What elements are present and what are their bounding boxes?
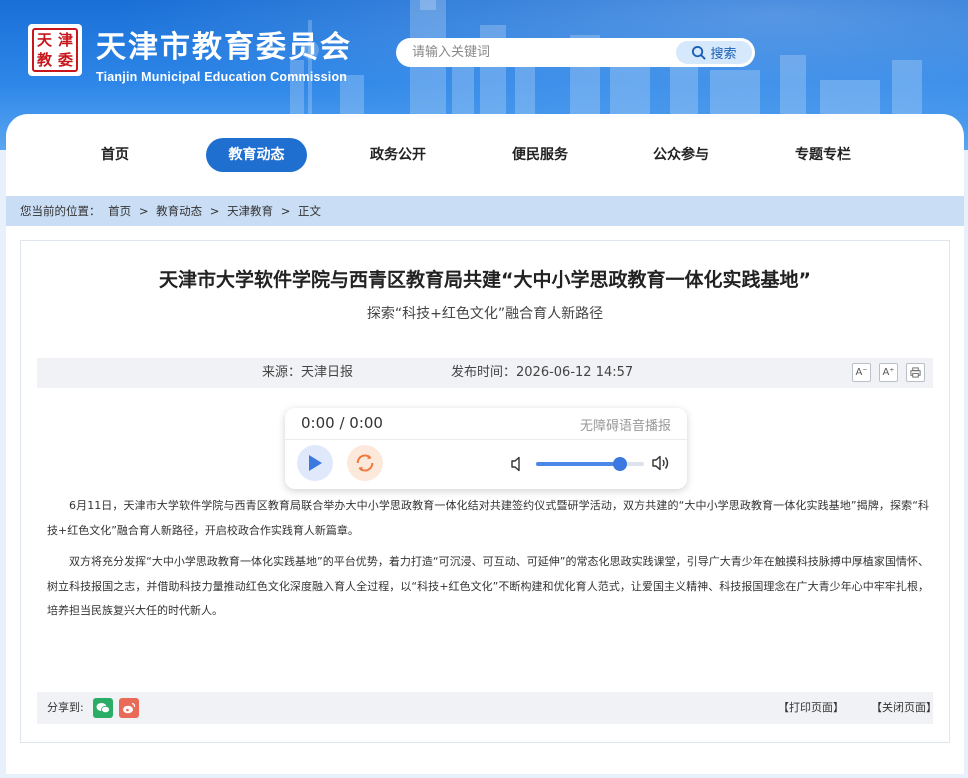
article-source: 来源：天津日报: [262, 358, 353, 388]
share-weibo-button[interactable]: [119, 698, 139, 718]
volume-slider-fill: [536, 462, 621, 466]
search-input[interactable]: [396, 38, 676, 67]
font-decrease-button[interactable]: A⁻: [852, 363, 871, 382]
logo-seal-icon: 天 津 教 委: [32, 28, 78, 72]
search-button-label: 搜索: [710, 47, 737, 62]
player-time-display: 0:00 / 0:00: [301, 414, 383, 432]
article-paragraph: 双方将充分发挥“大中小学思政教育一体化实践基地”的平台优势，着力打造“可沉浸、可…: [47, 555, 929, 617]
breadcrumb-separator: >: [138, 204, 149, 218]
breadcrumb-separator: >: [209, 204, 220, 218]
source-label: 来源：: [262, 365, 302, 380]
breadcrumb-item-tianjin-education[interactable]: 天津教育: [227, 204, 273, 218]
nav-item-home[interactable]: 首页: [84, 138, 146, 172]
print-button[interactable]: [906, 363, 925, 382]
print-page-link[interactable]: 【打印页面】: [778, 692, 844, 724]
volume-slider[interactable]: [536, 457, 644, 471]
audio-player: 0:00 / 0:00 无障碍语音播报: [285, 408, 687, 489]
close-page-link[interactable]: 【关闭页面】: [871, 692, 937, 724]
wechat-icon: [96, 703, 110, 714]
share-wechat-button[interactable]: [93, 698, 113, 718]
search-bar: 搜索: [396, 38, 755, 67]
nav-item-government-affairs[interactable]: 政务公开: [361, 138, 435, 172]
article-tools: A⁻ A⁺: [852, 363, 925, 382]
font-increase-button[interactable]: A⁺: [879, 363, 898, 382]
article: 天津市大学软件学院与西青区教育局共建“大中小学思政教育一体化实践基地” 探索“科…: [20, 240, 950, 743]
search-icon: [692, 45, 707, 60]
publish-time-value: 2026-06-12 14:57: [516, 365, 634, 380]
weibo-icon: [123, 702, 136, 714]
source-value: 天津日报: [301, 365, 354, 380]
article-body: 6月11日，天津市大学软件学院与西青区教育局联合举办大中小学思政教育一体化结对共…: [47, 494, 929, 631]
breadcrumb-item-education-news[interactable]: 教育动态: [156, 204, 202, 218]
article-title: 天津市大学软件学院与西青区教育局共建“大中小学思政教育一体化实践基地”: [159, 269, 811, 291]
nav-item-public-participation[interactable]: 公众参与: [644, 138, 718, 172]
volume-slider-handle[interactable]: [613, 457, 628, 471]
publish-time-label: 发布时间：: [451, 365, 517, 380]
article-subtitle: 探索“科技+红色文化”融合育人新路径: [366, 306, 604, 322]
breadcrumb: 您当前的位置： 首页 > 教育动态 > 天津教育 > 正文: [6, 196, 964, 226]
breadcrumb-item-home[interactable]: 首页: [108, 204, 131, 218]
site-name-cn: 天津市教育委员会: [96, 30, 352, 65]
article-paragraph: 6月11日，天津市大学软件学院与西青区教育局联合举办大中小学思政教育一体化结对共…: [47, 499, 929, 537]
breadcrumb-separator: >: [280, 204, 291, 218]
main-nav: 首页 教育动态 政务公开 便民服务 公众参与 专题专栏: [6, 114, 964, 196]
breadcrumb-item-current: 正文: [298, 204, 322, 218]
volume-low-icon[interactable]: [511, 456, 525, 472]
site-name: 天津市教育委员会 Tianjin Municipal Education Com…: [96, 22, 352, 84]
volume-high-icon[interactable]: [652, 454, 672, 472]
nav-item-public-services[interactable]: 便民服务: [503, 138, 577, 172]
main-card: 首页 教育动态 政务公开 便民服务 公众参与 专题专栏 您当前的位置： 首页 >…: [6, 114, 964, 774]
printer-icon: [910, 367, 921, 378]
search-button[interactable]: 搜索: [676, 41, 752, 64]
nav-item-education-news[interactable]: 教育动态: [206, 138, 307, 172]
reload-icon: [356, 454, 374, 472]
accessibility-tts-label: 无障碍语音播报: [579, 419, 671, 434]
share-label: 分享到:: [47, 701, 84, 714]
site-logo[interactable]: 天 津 教 委: [28, 24, 82, 76]
nav-item-special-topics[interactable]: 专题专栏: [786, 138, 860, 172]
share-bar: 分享到: 【打印页面】 【关闭页面】: [37, 692, 937, 724]
site-name-en: Tianjin Municipal Education Commission: [96, 70, 348, 84]
reload-button[interactable]: [347, 445, 383, 481]
play-button[interactable]: [297, 445, 333, 481]
breadcrumb-prefix: 您当前的位置：: [20, 204, 101, 218]
player-divider: [285, 439, 687, 440]
article-publish-time: 发布时间：2026-06-12 14:57: [451, 358, 633, 388]
play-icon: [309, 455, 322, 471]
article-meta-bar: 来源：天津日报 发布时间：2026-06-12 14:57 A⁻ A⁺: [37, 358, 933, 388]
